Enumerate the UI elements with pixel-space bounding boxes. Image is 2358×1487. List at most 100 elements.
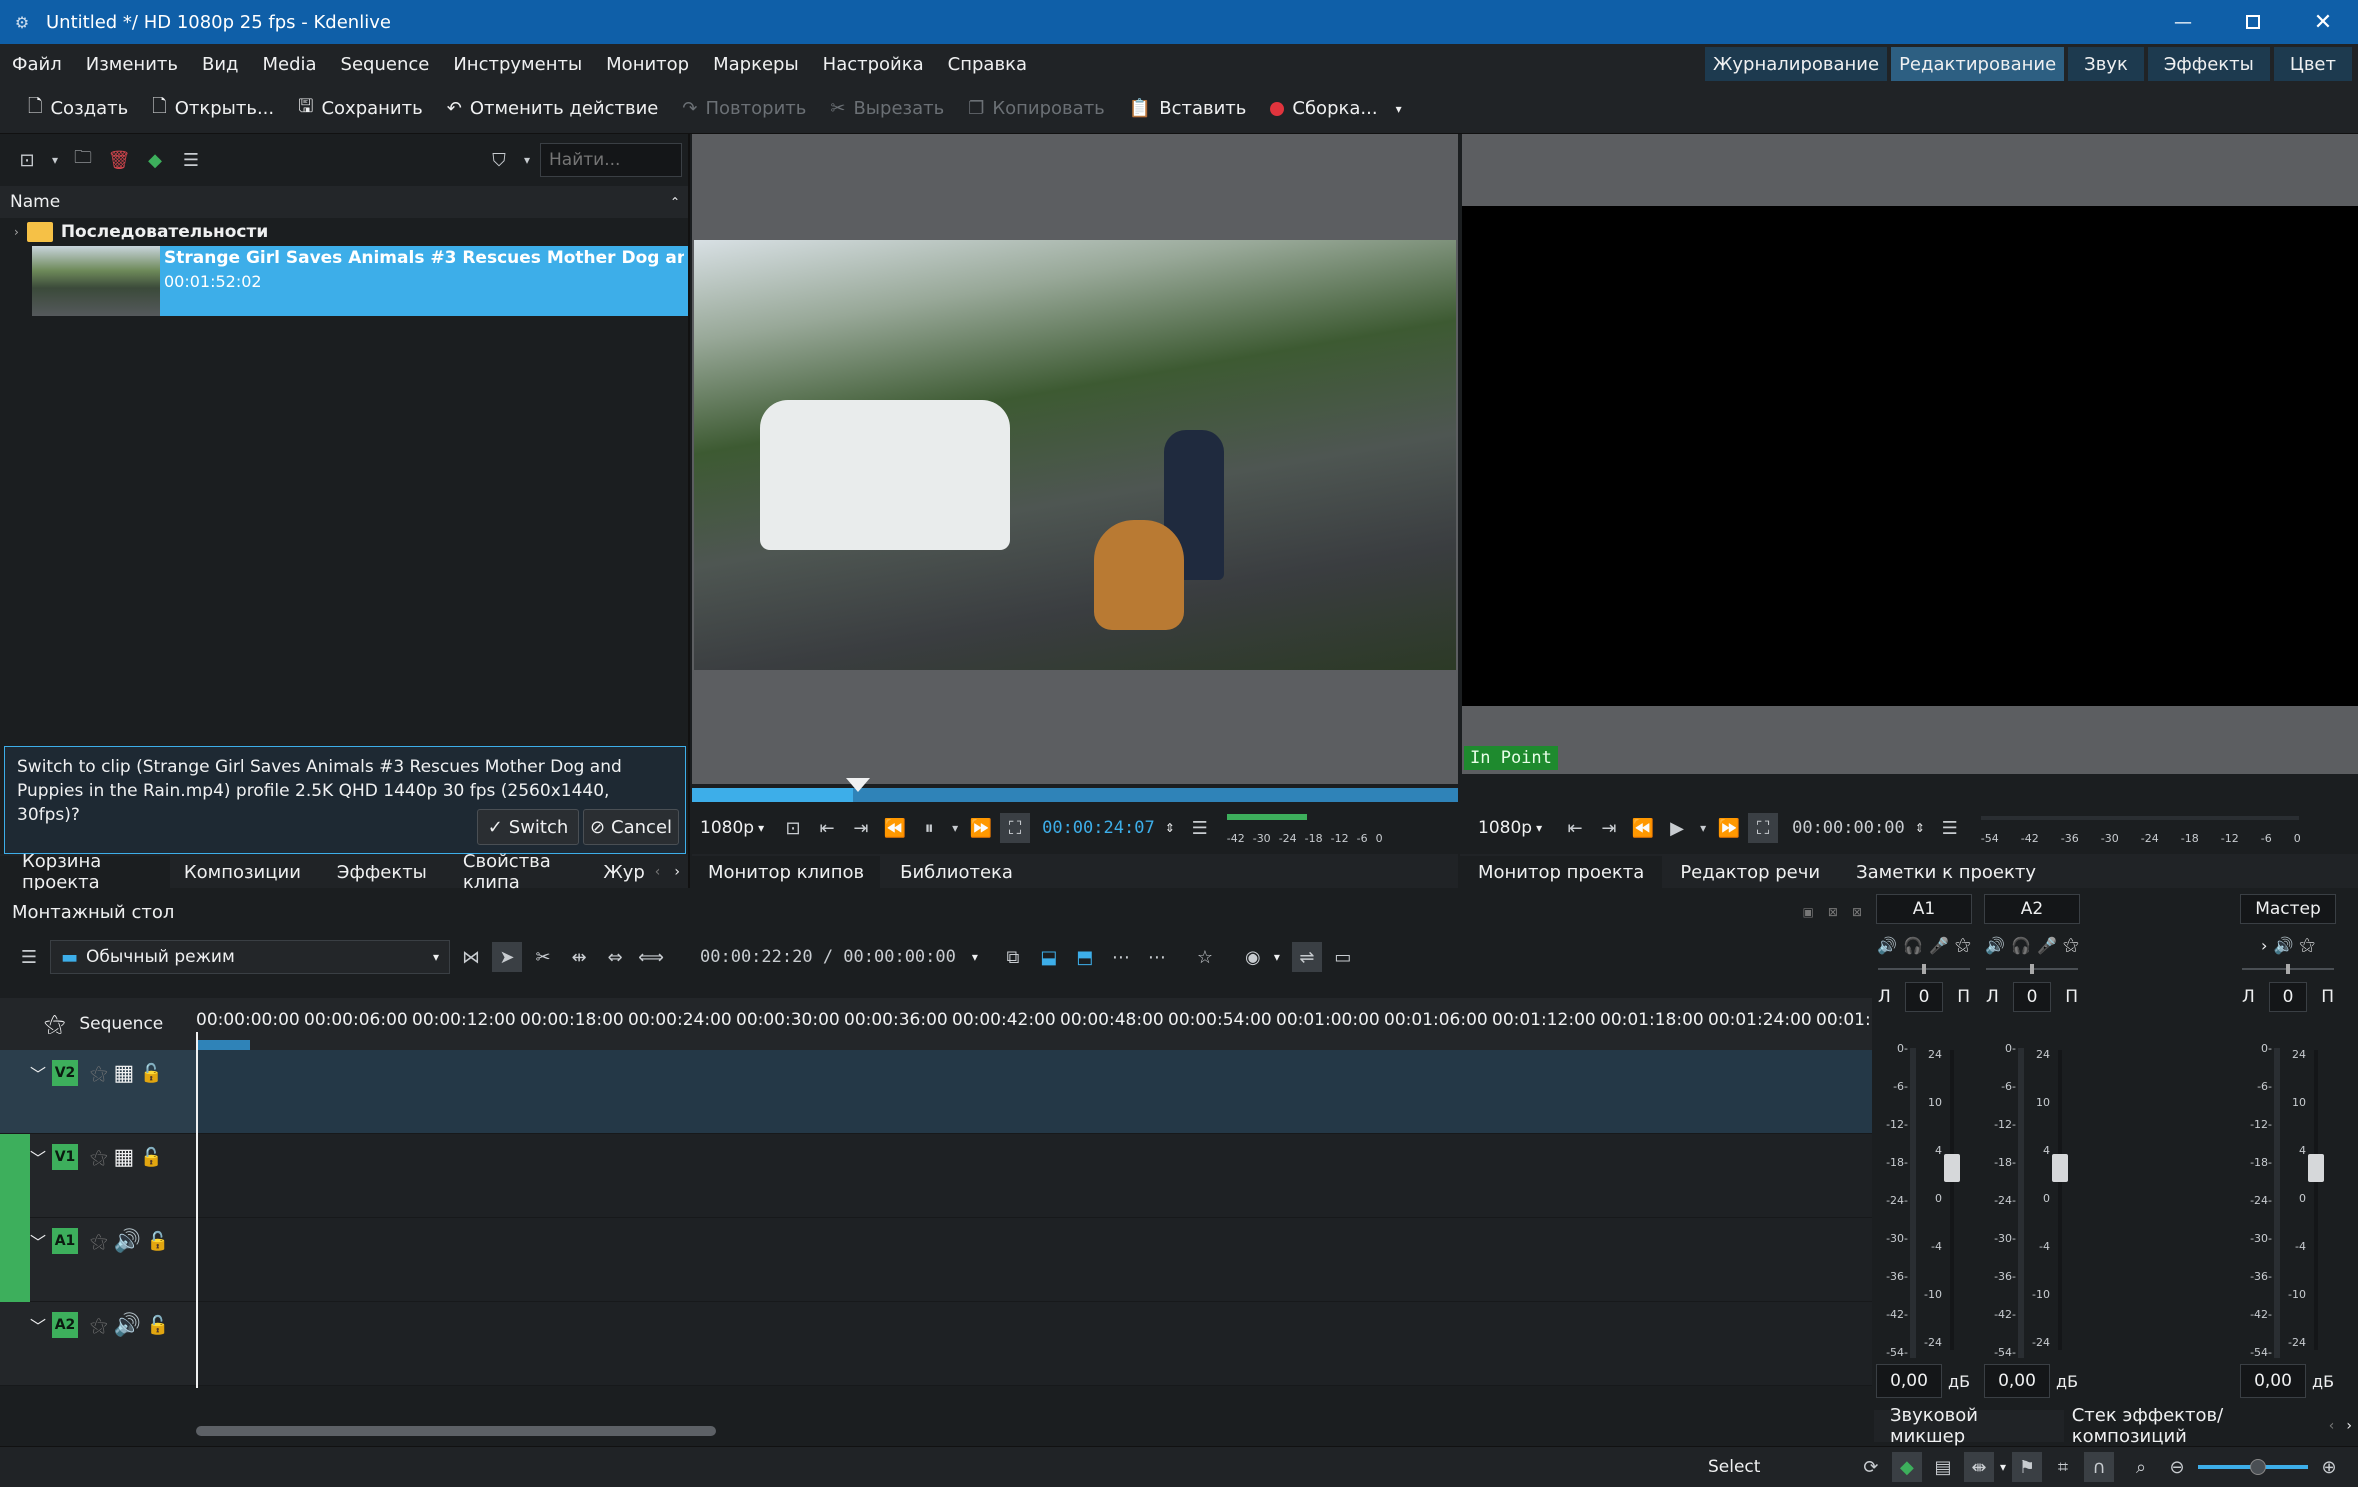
cancel-button[interactable]: ⊘ Cancel	[583, 809, 679, 845]
minimize-button[interactable]: —	[2148, 0, 2218, 44]
ripple-icon[interactable]: ⋈	[456, 942, 486, 972]
pan-slider-handle[interactable]	[1922, 964, 1926, 974]
microphone-icon[interactable]: 🎤	[2037, 936, 2057, 955]
fit-zoom-icon[interactable]: ⊡	[778, 813, 808, 843]
zoom-in-icon[interactable]: ⊕	[2314, 1452, 2344, 1482]
set-in-point-icon[interactable]: ⇤	[812, 813, 842, 843]
rewind-icon[interactable]: ⏪	[880, 813, 910, 843]
tabs-scroll-left-icon[interactable]: ‹	[655, 864, 661, 880]
set-in-point-icon[interactable]: ⇤	[1560, 813, 1590, 843]
film-strip-icon[interactable]: ▤	[1928, 1452, 1958, 1482]
effects-wand-icon[interactable]: ⚝	[2063, 935, 2079, 955]
tab-project-notes[interactable]: Заметки к проекту	[1838, 856, 2054, 888]
filter-icon[interactable]: ⛉	[484, 145, 514, 175]
pan-value[interactable]: 0	[2269, 982, 2307, 1012]
track-name-tag[interactable]: A2	[52, 1312, 79, 1338]
magic-wand-icon[interactable]: ⚝	[44, 1012, 65, 1037]
slip-tool-icon[interactable]: ⇔	[600, 942, 630, 972]
film-icon[interactable]: ▦	[114, 1061, 135, 1086]
collapse-track-icon[interactable]: ﹀	[30, 1229, 46, 1253]
track-name-tag[interactable]: V1	[52, 1144, 79, 1170]
forward-icon[interactable]: ⏩	[966, 813, 996, 843]
menu-tools[interactable]: Инструменты	[441, 44, 594, 84]
workspace-editing[interactable]: Редактирование	[1891, 47, 2065, 81]
tag-icon[interactable]: ◆	[1891, 1452, 1922, 1482]
effects-wand-icon[interactable]: ⚝	[1955, 935, 1971, 955]
track-effects-icon[interactable]: ⚝	[90, 1063, 108, 1084]
pan-slider-handle[interactable]	[2286, 964, 2290, 974]
refresh-icon[interactable]: ⟳	[1856, 1452, 1886, 1482]
volume-fader-track[interactable]	[2314, 1050, 2318, 1350]
volume-level-field[interactable]: 0,00	[1876, 1364, 1942, 1398]
insert-clip-icon[interactable]: ⧉	[998, 942, 1028, 972]
clip-monitor-screen[interactable]	[692, 134, 1458, 784]
overwrite-icon[interactable]: ⬓	[1034, 942, 1064, 972]
speaker-icon[interactable]: 🔊	[114, 1229, 141, 1254]
track-header[interactable]: ﹀ V2 ⚝ ▦ 🔓	[0, 1050, 196, 1134]
track-target-indicator[interactable]	[0, 1218, 30, 1302]
menu-markers[interactable]: Маркеры	[701, 44, 811, 84]
menu-media[interactable]: Media	[250, 44, 328, 84]
tabs-scroll-right-icon[interactable]: ›	[2346, 1418, 2352, 1434]
zoom-slider[interactable]	[2198, 1457, 2308, 1477]
mute-icon[interactable]: 🔊	[1985, 936, 2005, 955]
set-out-point-icon[interactable]: ⇥	[846, 813, 876, 843]
zoom-fit-icon[interactable]: ⌕	[2126, 1452, 2156, 1482]
chevron-down-icon[interactable]: ▾	[1274, 950, 1280, 964]
monitor-menu-icon[interactable]: ☰	[1185, 813, 1215, 843]
float-panel-icon[interactable]: ▣	[1803, 905, 1814, 919]
collapse-track-icon[interactable]: ﹀	[30, 1313, 46, 1337]
track-lane[interactable]	[196, 1218, 1872, 1302]
volume-fader-handle[interactable]	[2308, 1154, 2324, 1182]
workspace-audio[interactable]: Звук	[2068, 47, 2144, 81]
zoom-slider-handle[interactable]	[2250, 1459, 2266, 1475]
spacer-tool-icon[interactable]: ⇹	[564, 942, 594, 972]
extract-icon[interactable]: ⋯	[1106, 942, 1136, 972]
pan-slider[interactable]	[1878, 964, 1970, 974]
menu-help[interactable]: Справка	[936, 44, 1039, 84]
track-target-indicator[interactable]	[0, 1134, 30, 1218]
track-lane[interactable]	[196, 1302, 1872, 1386]
bin-search-input[interactable]	[540, 143, 682, 177]
menu-icon[interactable]: ☰	[176, 145, 206, 175]
volume-fader-handle[interactable]	[1944, 1154, 1960, 1182]
fullscreen-icon[interactable]: ⛶	[1000, 813, 1031, 843]
rewind-icon[interactable]: ⏪	[1628, 813, 1658, 843]
track-name-tag[interactable]: A1	[52, 1228, 79, 1254]
add-clip-icon[interactable]: ⊡	[12, 145, 42, 175]
paste-button[interactable]: 📋 Вставить	[1117, 84, 1259, 134]
split-audio-icon[interactable]: ⇌	[1291, 942, 1322, 972]
volume-fader-handle[interactable]	[2052, 1154, 2068, 1182]
flag-icon[interactable]: ⚑	[2012, 1452, 2042, 1482]
tab-project-monitor[interactable]: Монитор проекта	[1460, 856, 1663, 888]
fullscreen-icon[interactable]: ⛶	[1748, 813, 1779, 843]
set-out-point-icon[interactable]: ⇥	[1594, 813, 1624, 843]
chevron-down-icon[interactable]: ▾	[1536, 821, 1542, 835]
menu-settings[interactable]: Настройка	[811, 44, 936, 84]
close-button[interactable]: ✕	[2288, 0, 2358, 44]
play-icon[interactable]: ▶	[1662, 813, 1692, 843]
favorite-star-icon[interactable]: ☆	[1190, 942, 1220, 972]
tag-icon[interactable]: ◆	[140, 145, 170, 175]
delete-icon[interactable]: 🗑	[104, 145, 134, 175]
project-timecode[interactable]: 00:00:00:00	[1792, 818, 1905, 838]
tab-audio-mixer[interactable]: Звуковой микшер	[1874, 1405, 2064, 1447]
menu-edit[interactable]: Изменить	[74, 44, 190, 84]
track-lane[interactable]	[196, 1134, 1872, 1218]
menu-sequence[interactable]: Sequence	[329, 44, 442, 84]
volume-level-field[interactable]: 0,00	[2240, 1364, 2306, 1398]
track-effects-icon[interactable]: ⚝	[90, 1147, 108, 1168]
collapse-track-icon[interactable]: ﹀	[30, 1061, 46, 1085]
headphones-icon[interactable]: 🎧	[2011, 936, 2031, 955]
resolution-select[interactable]: 1080p	[700, 818, 754, 838]
track-header[interactable]: ﹀ V1 ⚝ ▦ 🔓	[0, 1134, 196, 1218]
track-name-tag[interactable]: V2	[52, 1060, 79, 1086]
lock-icon[interactable]: 🔓	[140, 1063, 162, 1084]
spin-icon[interactable]: ⇕	[1915, 821, 1925, 835]
chevron-right-icon[interactable]: ›	[2261, 936, 2267, 955]
snap-magnet-icon[interactable]: ∩	[2084, 1452, 2114, 1482]
track-effects-icon[interactable]: ⚝	[90, 1315, 108, 1336]
timeline-ruler[interactable]: 00:00:00:00 00:00:06:00 00:00:12:00 00:00:1…	[196, 998, 1872, 1050]
lock-icon[interactable]: 🔓	[147, 1231, 169, 1252]
menu-monitor[interactable]: Монитор	[594, 44, 701, 84]
